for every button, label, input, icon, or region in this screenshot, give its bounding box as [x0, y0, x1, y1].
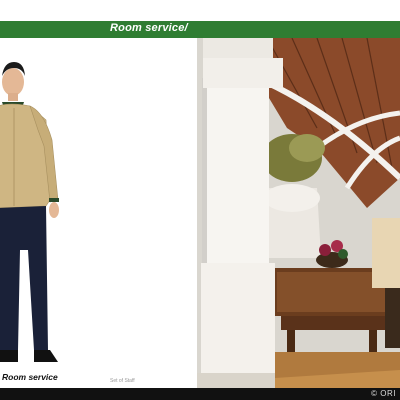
page-title: Room service/	[110, 22, 188, 34]
header-bar: Room service/	[0, 21, 400, 38]
footer-bar: © ORI	[0, 388, 400, 400]
lobby-photo	[197, 38, 400, 388]
uniform-panel: Room service Set of Staff	[0, 38, 197, 388]
staff-uniform-figure	[0, 62, 59, 362]
copyright-text: © ORI	[371, 389, 396, 398]
uniform-subcaption: Set of Staff	[110, 378, 135, 384]
uniform-caption: Room service	[2, 372, 58, 382]
